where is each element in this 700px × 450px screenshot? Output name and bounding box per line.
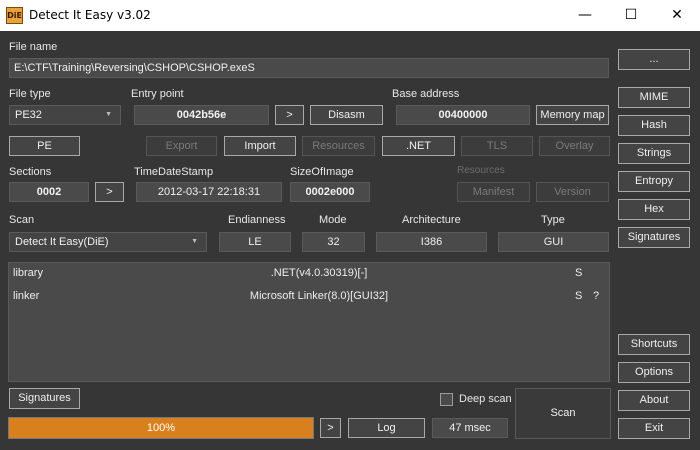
disasm-button[interactable]: Disasm (310, 105, 383, 125)
result-type: linker (13, 290, 40, 302)
entry-point-label: Entry point (131, 88, 184, 100)
minimize-button[interactable]: — (562, 0, 608, 31)
resources-button[interactable]: Resources (302, 136, 375, 156)
options-button[interactable]: Options (618, 362, 690, 383)
browse-button[interactable]: ... (618, 49, 690, 70)
scan-progress-bar: 100% (8, 417, 314, 439)
mime-button[interactable]: MIME (618, 87, 690, 108)
progress-next-button[interactable]: > (320, 418, 341, 438)
scan-time-value: 47 msec (432, 418, 508, 438)
export-button[interactable]: Export (146, 136, 217, 156)
base-address-value: 00400000 (396, 105, 530, 125)
architecture-value: I386 (376, 232, 487, 252)
manifest-button[interactable]: Manifest (457, 182, 530, 202)
tls-button[interactable]: TLS (461, 136, 533, 156)
chevron-down-icon: ▼ (105, 111, 112, 118)
side-signatures-button[interactable]: Signatures (618, 227, 690, 248)
result-name: .NET(v4.0.30319)[-] (270, 267, 368, 279)
file-type-select[interactable]: PE32 ▼ (9, 105, 121, 125)
deep-scan-checkbox[interactable] (440, 393, 453, 406)
mode-label: Mode (319, 214, 347, 226)
import-button[interactable]: Import (224, 136, 296, 156)
resources-group-label: Resources (457, 165, 505, 176)
entry-point-next-button[interactable]: > (275, 105, 304, 125)
hash-button[interactable]: Hash (618, 115, 690, 136)
scan-engine-select[interactable]: Detect It Easy(DiE) ▼ (9, 232, 207, 252)
file-type-value: PE32 (15, 109, 42, 121)
pe-button[interactable]: PE (9, 136, 80, 156)
result-signature-link[interactable]: S (575, 263, 582, 283)
endianness-label: Endianness (228, 214, 286, 226)
endianness-value: LE (219, 232, 291, 252)
scan-label: Scan (9, 214, 35, 226)
file-name-input[interactable]: E:\CTF\Training\Reversing\CSHOP\CSHOP.ex… (9, 58, 609, 78)
file-name-label: File name (9, 41, 58, 53)
result-name: Microsoft Linker(8.0)[GUI32] (249, 290, 389, 302)
scan-results-list[interactable]: library .NET(v4.0.30319)[-] S linker Mic… (8, 262, 610, 382)
result-type: library (13, 267, 43, 279)
result-info-link[interactable]: ? (593, 286, 599, 306)
timestamp-label: TimeDateStamp (134, 166, 214, 178)
scan-engine-value: Detect It Easy(DiE) (15, 236, 109, 248)
exit-button[interactable]: Exit (618, 418, 690, 439)
memory-map-button[interactable]: Memory map (536, 105, 609, 125)
type-value: GUI (498, 232, 609, 252)
log-button[interactable]: Log (348, 418, 425, 438)
chevron-down-icon: ▼ (191, 238, 198, 245)
sections-value: 0002 (9, 182, 89, 202)
maximize-button[interactable]: ☐ (608, 0, 654, 31)
progress-text: 100% (146, 422, 176, 434)
entry-point-value: 0042b56e (134, 105, 269, 125)
mode-value: 32 (302, 232, 365, 252)
title-bar: DiE Detect It Easy v3.02 — ☐ ✕ (0, 0, 700, 31)
about-button[interactable]: About (618, 390, 690, 411)
scan-button[interactable]: Scan (515, 388, 611, 439)
strings-button[interactable]: Strings (618, 143, 690, 164)
file-type-label: File type (9, 88, 51, 100)
base-address-label: Base address (392, 88, 460, 100)
result-signature-link[interactable]: S (575, 286, 582, 306)
window-title: Detect It Easy v3.02 (29, 8, 151, 22)
type-label: Type (541, 214, 565, 226)
overlay-button[interactable]: Overlay (539, 136, 610, 156)
sections-label: Sections (9, 166, 52, 178)
app-logo-icon: DiE (6, 7, 23, 24)
deep-scan-label: Deep scan (459, 393, 512, 405)
sections-next-button[interactable]: > (95, 182, 124, 202)
size-of-image-label: SizeOfImage (290, 166, 354, 178)
version-button[interactable]: Version (536, 182, 609, 202)
net-button[interactable]: .NET (382, 136, 455, 156)
list-item[interactable]: library .NET(v4.0.30319)[-] S (9, 263, 609, 283)
shortcuts-button[interactable]: Shortcuts (618, 334, 690, 355)
main-panel: File name E:\CTF\Training\Reversing\CSHO… (0, 31, 700, 450)
timestamp-value: 2012-03-17 22:18:31 (136, 182, 282, 202)
signatures-button[interactable]: Signatures (9, 388, 80, 409)
architecture-label: Architecture (402, 214, 461, 226)
hex-button[interactable]: Hex (618, 199, 690, 220)
list-item[interactable]: linker Microsoft Linker(8.0)[GUI32] S ? (9, 286, 609, 306)
close-button[interactable]: ✕ (654, 0, 700, 31)
size-of-image-value: 0002e000 (290, 182, 370, 202)
entropy-button[interactable]: Entropy (618, 171, 690, 192)
